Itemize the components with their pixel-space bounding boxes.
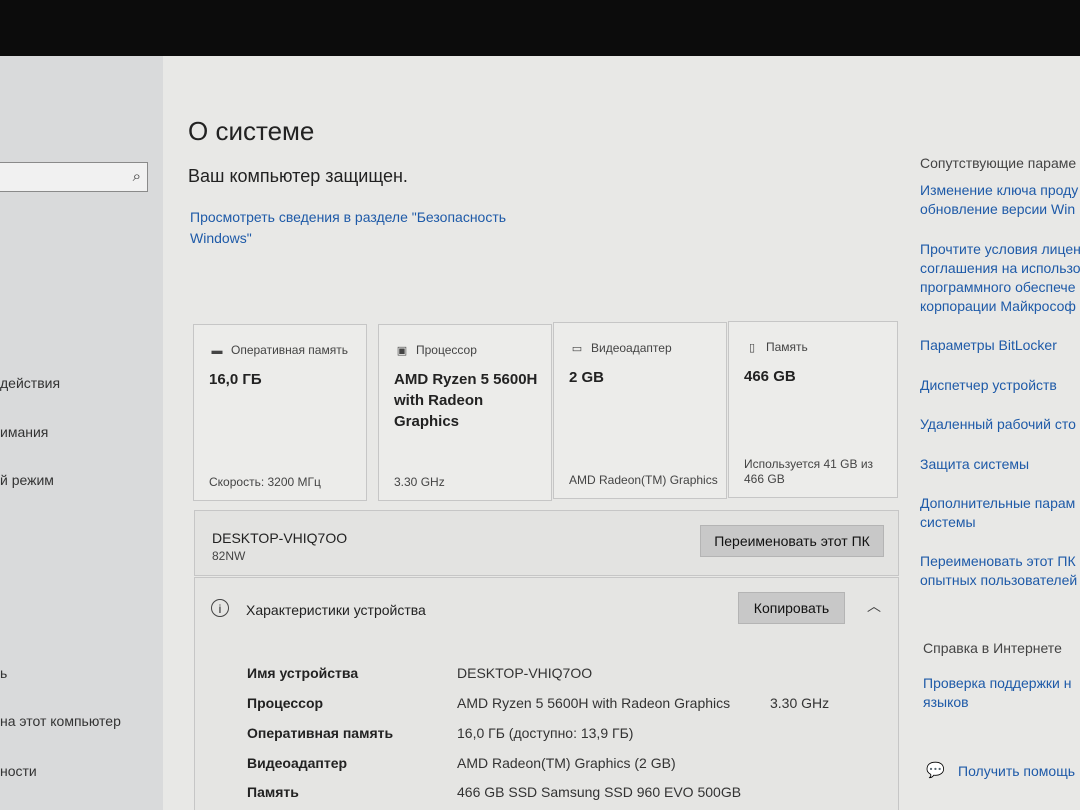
related-link[interactable]: соглашения на использо <box>920 259 1080 278</box>
help-link[interactable]: Проверка поддержки н <box>923 674 1080 693</box>
related-link[interactable]: опытных пользователей <box>920 571 1080 590</box>
spec-key: Память <box>247 784 299 800</box>
related-link[interactable]: системы <box>920 513 1080 532</box>
sidebar-item[interactable]: й режим <box>0 472 54 488</box>
sidebar: ⌕ действия имания й режим ь на этот комп… <box>0 56 163 810</box>
page-title: О системе <box>188 116 315 146</box>
device-specs-panel: i Характеристики устройства Копировать ︿… <box>194 577 899 810</box>
card-value: 466 GB <box>744 368 796 385</box>
cpu-icon: ▣ <box>396 345 408 357</box>
get-help-link[interactable]: Получить помощь <box>958 762 1080 781</box>
main-content: О системе Ваш компьютер защищен. Просмот… <box>163 56 1080 810</box>
related-link[interactable]: Параметры BitLocker <box>920 336 1080 355</box>
card-value: 2 GB <box>569 369 605 386</box>
spec-value: DESKTOP-VHIQ7OO <box>457 665 593 681</box>
card-label: Видеоадаптер <box>591 341 672 355</box>
spec-key: Видеоадаптер <box>247 755 348 771</box>
related-link[interactable]: Дополнительные парам <box>920 494 1080 513</box>
related-link[interactable]: обновление версии Win <box>920 200 1080 219</box>
related-link[interactable]: Переименовать этот ПК <box>920 552 1080 571</box>
pc-name: DESKTOP-VHIQ7OO <box>212 530 348 546</box>
card-footer: Скорость: 3200 МГц <box>209 475 321 489</box>
security-link[interactable]: Просмотреть сведения в разделе "Безопасн… <box>190 207 520 249</box>
ram-card: ▬ Оперативная память 16,0 ГБ Скорость: 32… <box>193 324 367 501</box>
spec-value: 466 GB SSD Samsung SSD 960 EVO 500GB <box>457 784 742 800</box>
storage-icon: ▯ <box>748 342 756 354</box>
specs-header: Характеристики устройства <box>246 602 426 618</box>
settings-window: ⌕ действия имания й режим ь на этот комп… <box>0 56 1080 810</box>
protection-status: Ваш компьютер защищен. <box>188 166 408 186</box>
card-footer: Используется 41 GB из 466 GB <box>744 457 874 486</box>
chevron-up-icon[interactable]: ︿ <box>867 596 881 616</box>
spec-value: 16,0 ГБ (доступно: 13,9 ГБ) <box>457 725 634 741</box>
info-icon: i <box>211 599 229 617</box>
storage-card: ▯ Память 466 GB Используется 41 GB из 466… <box>728 321 898 498</box>
related-link[interactable]: корпорации Майкрософ <box>920 297 1080 316</box>
card-label: Оперативная память <box>231 343 348 357</box>
related-link[interactable]: Защита системы <box>920 455 1080 474</box>
pc-model: 82NW <box>212 549 246 563</box>
search-icon[interactable]: ⌕ <box>133 168 141 185</box>
spec-key: Имя устройства <box>247 665 359 681</box>
spec-key: Процессор <box>247 695 324 711</box>
sidebar-item[interactable]: ь <box>0 665 7 681</box>
card-footer: AMD Radeon(TM) Graphics <box>569 473 718 487</box>
device-name-panel: DESKTOP-VHIQ7OO 82NW Переименовать этот … <box>194 510 899 576</box>
sidebar-item[interactable]: ности <box>0 763 37 779</box>
card-label: Процессор <box>416 343 477 357</box>
related-link[interactable]: Удаленный рабочий сто <box>920 415 1080 434</box>
ram-icon: ▬ <box>211 345 223 357</box>
help-link[interactable]: языков <box>923 693 1080 712</box>
sidebar-item[interactable]: имания <box>0 424 48 440</box>
related-link[interactable]: Прочтите условия лицен <box>920 240 1080 259</box>
related-header: Сопутствующие параме <box>920 155 1077 171</box>
gpu-card: ▭ Видеоадаптер 2 GB AMD Radeon(TM) Graphi… <box>553 322 727 499</box>
spec-key: Оперативная память <box>247 725 394 741</box>
spec-value: AMD Radeon(TM) Graphics (2 GB) <box>457 755 676 771</box>
card-value: 16,0 ГБ <box>209 371 262 388</box>
spec-value: AMD Ryzen 5 5600H with Radeon Graphics <box>457 695 731 711</box>
search-input[interactable]: ⌕ <box>0 162 148 192</box>
sidebar-item[interactable]: на этот компьютер <box>0 713 121 729</box>
monitor-bezel <box>0 0 1080 58</box>
sidebar-item[interactable]: действия <box>0 375 60 391</box>
related-link[interactable]: Диспетчер устройств <box>920 376 1080 395</box>
related-link[interactable]: Изменение ключа проду <box>920 181 1080 200</box>
spec-extra: 3.30 GHz <box>770 695 830 711</box>
card-label: Память <box>766 340 808 354</box>
card-footer: 3.30 GHz <box>394 475 445 489</box>
related-link[interactable]: программного обеспече <box>920 278 1080 297</box>
help-header: Справка в Интернете <box>923 640 1062 656</box>
gpu-icon: ▭ <box>571 343 583 355</box>
card-value: AMD Ryzen 5 5600H with Radeon Graphics <box>394 371 538 430</box>
copy-button[interactable]: Копировать <box>738 592 845 624</box>
rename-pc-button[interactable]: Переименовать этот ПК <box>700 525 884 557</box>
cpu-card: ▣ Процессор AMD Ryzen 5 5600H with Radeon… <box>378 324 552 501</box>
